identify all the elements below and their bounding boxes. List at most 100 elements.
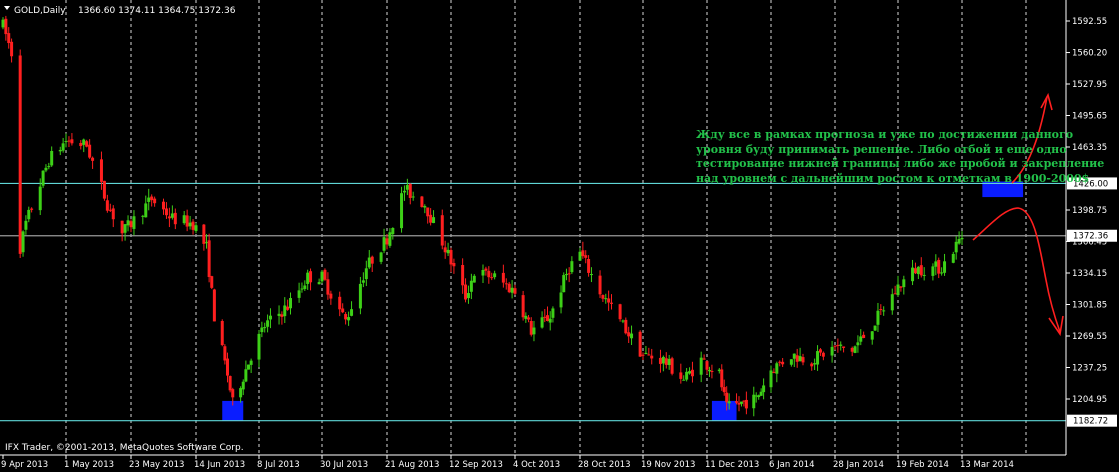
forecast-note-line: над уровнем с дальнейшим ростом к отметк… [696,171,1090,185]
candle-body [443,247,447,253]
candle-body [223,346,227,361]
candle-body [859,336,863,342]
candle-body [263,327,267,329]
candle-body [426,207,430,217]
candle-body [446,249,450,254]
candle-body [532,327,536,335]
time-tick-label: 6 Jan 2014 [769,460,815,470]
candle-body [79,142,83,147]
candle-body [801,357,805,363]
candle-body [720,369,724,388]
candle-body [607,298,611,303]
candle-body [162,201,165,210]
candle-body [317,282,321,285]
candle-body [185,215,189,227]
candle-body [257,333,261,360]
candle-body [960,237,964,240]
price-chart[interactable]: 1592.55 1560.20 1527.95 1495.65 1463.35 1398.… [0,0,1119,472]
candle-body [202,224,206,244]
candle-body [300,288,304,290]
candle-body [44,167,48,171]
candle-body [781,361,785,365]
candle-body [147,197,151,202]
candle-body [24,220,28,230]
price-tick-label: 1398.75 [1072,206,1107,216]
candle-body [411,196,415,198]
candle-body [873,325,877,331]
candle-body [581,250,585,257]
candle-body [423,206,427,208]
candle-body [540,317,544,328]
candle-body [934,261,938,267]
candle-body [521,295,525,318]
candle-body [303,285,307,289]
price-tick-label: 1334.15 [1072,269,1107,279]
candle-body [621,320,625,322]
forecast-note-line: Жду все в рамках прогноза и уже по дости… [696,128,1074,141]
candle-body [902,279,906,288]
candle-body [856,342,860,346]
candle-body [618,304,622,320]
candle-body [951,253,955,263]
candle-body [464,284,468,300]
candle-body [638,331,642,357]
candle-body [4,18,8,35]
candle-body [212,289,216,322]
time-tick-label: 19 Feb 2014 [896,460,949,470]
candle-body [501,272,505,283]
candle-body [382,237,386,251]
price-tick-label: 1592.55 [1072,17,1107,27]
candle-body [876,310,880,325]
candle-body [589,274,593,276]
candle-body [329,293,333,299]
candle-body [220,320,224,346]
candle-body [306,272,310,284]
candle-body [283,305,287,317]
candle-body [469,280,473,292]
candle-body [792,353,796,359]
candle-body [244,369,248,382]
candle-body [679,372,683,379]
candle-body [916,266,920,275]
candle-body [529,321,533,335]
candle-body [341,308,345,313]
candle-body [126,220,130,226]
candle-body [507,283,511,293]
candle-body [41,170,45,186]
candle-body [584,255,588,258]
candle-body [879,309,883,311]
candle-body [347,317,351,321]
candle-body [85,141,89,147]
candle-body [775,363,779,374]
candle-body [727,401,731,404]
candle-body [205,242,208,244]
candle-body [82,139,86,145]
candle-body [277,313,281,316]
candle-body [91,157,95,161]
candle-body [762,385,766,393]
candle-body [164,208,168,216]
candle-body [842,346,846,348]
candle-body [882,310,886,312]
candle-body [870,331,874,340]
candle-body [350,309,354,316]
price-tick-label: 1560.20 [1072,49,1107,59]
candle-body [598,275,602,295]
candle-body [862,334,866,338]
candle-body [943,261,947,273]
candle-body [379,252,383,262]
candle-body [513,288,517,294]
level-tag-label: 1182.72 [1073,417,1108,427]
candle-body [850,347,854,352]
candle-body [559,292,563,308]
candle-body [688,371,692,374]
symbol-label: GOLD,Daily [14,6,66,16]
price-tick-label: 1495.65 [1072,112,1107,122]
price-tick-label: 1237.25 [1072,364,1107,374]
forecast-note: Жду все в рамках прогноза и уже по дости… [696,128,1104,186]
candle-body [108,209,112,211]
candle-body [816,351,820,365]
candle-body [432,217,436,224]
candle-body [896,284,900,296]
price-tick-label: 1527.95 [1072,80,1107,90]
